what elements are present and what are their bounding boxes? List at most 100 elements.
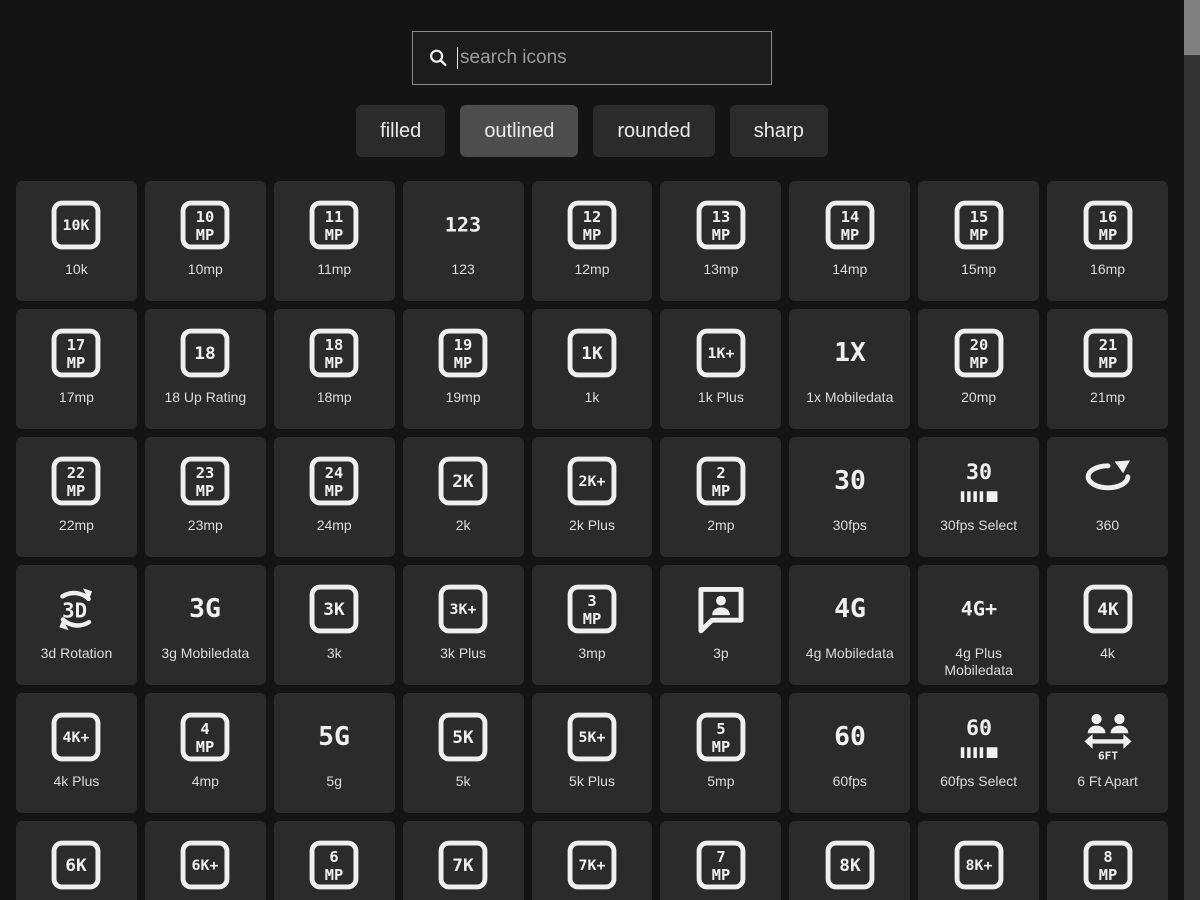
svg-text:7: 7 [716, 848, 725, 866]
scrollbar-thumb[interactable] [1184, 0, 1200, 55]
icon-card[interactable]: 5 MP 5mp [660, 693, 782, 813]
icon-card[interactable]: 4K 4k [1047, 565, 1168, 685]
svg-text:4K+: 4K+ [63, 730, 90, 746]
icon-card[interactable]: 4G+ 4g Plus Mobiledata [918, 565, 1040, 685]
30fps-select-icon: 30 [951, 453, 1007, 509]
1k-plus-icon: 1K+ [693, 325, 749, 381]
icon-card[interactable]: 14 MP 14mp [789, 181, 911, 301]
icon-card[interactable]: 3K 3k [273, 565, 395, 685]
icon-card[interactable]: 18 18 Up Rating [144, 309, 266, 429]
icon-card[interactable]: 3 MP 3mp [531, 565, 653, 685]
svg-text:MP: MP [1098, 226, 1117, 244]
icon-card[interactable]: 30 30fps Select [918, 437, 1040, 557]
filter-button-rounded[interactable]: rounded [593, 105, 715, 157]
icon-label: 5g [326, 773, 342, 789]
icon-card[interactable]: 8K+8k Plus [918, 821, 1040, 900]
vertical-scrollbar[interactable] [1184, 0, 1200, 900]
filter-button-outlined[interactable]: outlined [460, 105, 579, 157]
icon-card[interactable]: 13 MP 13mp [660, 181, 782, 301]
icon-label: 30fps Select [940, 517, 1018, 533]
8mp-icon: 8 MP [1080, 837, 1136, 893]
5k-icon: 5K [435, 709, 491, 765]
icon-card[interactable]: 21 MP 21mp [1047, 309, 1168, 429]
icon-card[interactable]: 2K+ 2k Plus [531, 437, 653, 557]
icon-card[interactable]: 6MP6mp [273, 821, 395, 900]
icon-card[interactable]: 30 30fps [789, 437, 911, 557]
icon-card[interactable]: 10 MP 10mp [144, 181, 266, 301]
svg-text:5K+: 5K+ [579, 730, 606, 746]
icon-card[interactable]: 11 MP 11mp [273, 181, 395, 301]
icon-card[interactable]: 60 60fps Select [918, 693, 1040, 813]
icon-card[interactable]: 15 MP 15mp [918, 181, 1040, 301]
icon-card[interactable]: 123 123 [402, 181, 524, 301]
icon-card[interactable]: 8K8k [789, 821, 911, 900]
icon-card[interactable]: 19 MP 19mp [402, 309, 524, 429]
icon-card[interactable]: 10K 10k [16, 181, 137, 301]
icon-card[interactable]: 4 MP 4mp [144, 693, 266, 813]
svg-text:MP: MP [67, 482, 86, 500]
icon-card[interactable]: 22 MP 22mp [16, 437, 137, 557]
icon-card[interactable]: 60 60fps [789, 693, 911, 813]
7mp-icon: 7 MP [693, 837, 749, 893]
icon-label: 60fps [832, 773, 867, 789]
icon-card[interactable]: 1K+ 1k Plus [660, 309, 782, 429]
icon-card[interactable]: 24 MP 24mp [273, 437, 395, 557]
icon-label: 16mp [1090, 261, 1126, 277]
icon-label: 17mp [58, 389, 94, 405]
icon-card[interactable]: 16 MP 16mp [1047, 181, 1168, 301]
icon-label: 13mp [703, 261, 739, 277]
svg-text:MP: MP [1098, 354, 1117, 372]
icon-card[interactable]: 3D 3d Rotation [16, 565, 137, 685]
icon-card[interactable]: 4G 4g Mobiledata [789, 565, 911, 685]
icon-card[interactable]: 5K+ 5k Plus [531, 693, 653, 813]
svg-text:6FT: 6FT [1098, 750, 1118, 763]
svg-text:MP: MP [67, 354, 86, 372]
icon-card[interactable]: 3p [660, 565, 782, 685]
icon-card[interactable]: 8MP8mp [1047, 821, 1168, 900]
svg-text:30: 30 [834, 466, 866, 496]
icon-card[interactable]: 7MP7mp [660, 821, 782, 900]
filter-button-filled[interactable]: filled [356, 105, 446, 157]
svg-text:3D: 3D [63, 598, 88, 622]
icon-card[interactable]: 6FT 6 Ft Apart [1047, 693, 1168, 813]
icon-label: 60fps Select [940, 773, 1018, 789]
icon-card[interactable]: 7K7k [402, 821, 524, 900]
icon-card[interactable]: 4K+ 4k Plus [16, 693, 137, 813]
search-box[interactable] [412, 31, 772, 85]
icon-card[interactable]: 17 MP 17mp [16, 309, 137, 429]
11mp-icon: 11 MP [306, 197, 362, 253]
icon-card[interactable]: 20 MP 20mp [918, 309, 1040, 429]
icon-card[interactable]: 23 MP 23mp [144, 437, 266, 557]
icon-card[interactable]: 360 [1047, 437, 1168, 557]
8k-plus-icon: 8K+ [951, 837, 1007, 893]
icon-label: 360 [1095, 517, 1120, 533]
icon-card[interactable]: 6K+6k Plus [144, 821, 266, 900]
icon-label: 3k [326, 645, 342, 661]
icon-browser-app: filled outlined rounded sharp 10K10k10MP10m… [0, 0, 1200, 900]
icon-card[interactable]: 5K 5k [402, 693, 524, 813]
icon-card[interactable]: 1X 1x Mobiledata [789, 309, 911, 429]
svg-text:7K: 7K [452, 856, 474, 876]
svg-text:MP: MP [196, 738, 215, 756]
svg-text:4G+: 4G+ [960, 598, 997, 621]
22mp-icon: 22 MP [48, 453, 104, 509]
icon-card[interactable]: 5G 5g [273, 693, 395, 813]
20mp-icon: 20 MP [951, 325, 1007, 381]
svg-text:20: 20 [969, 336, 988, 354]
icon-card[interactable]: 2K 2k [402, 437, 524, 557]
icon-card[interactable]: 18 MP 18mp [273, 309, 395, 429]
icon-label: 5k Plus [569, 773, 615, 789]
svg-text:MP: MP [841, 226, 860, 244]
18-up-rating-icon: 18 [177, 325, 233, 381]
search-input[interactable] [458, 43, 757, 73]
icon-card[interactable]: 3K+ 3k Plus [402, 565, 524, 685]
search-icon [430, 49, 447, 67]
icon-card[interactable]: 3G 3g Mobiledata [144, 565, 266, 685]
icon-card[interactable]: 7K+7k Plus [531, 821, 653, 900]
icon-card[interactable]: 2 MP 2mp [660, 437, 782, 557]
icon-card[interactable]: 1K 1k [531, 309, 653, 429]
icon-card[interactable]: 12 MP 12mp [531, 181, 653, 301]
filter-button-sharp[interactable]: sharp [729, 105, 828, 157]
icon-card[interactable]: 6K6k [16, 821, 137, 900]
svg-text:MP: MP [325, 226, 344, 244]
